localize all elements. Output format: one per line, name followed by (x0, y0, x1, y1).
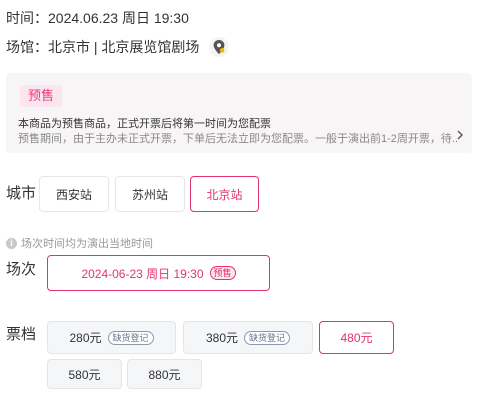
out-of-stock-badge: 缺货登记 (107, 330, 154, 345)
presale-tag: 预售 (20, 85, 63, 107)
tier-price: 380元 (205, 331, 238, 345)
tier-price: 580元 (68, 367, 101, 382)
tier-price: 880元 (148, 367, 181, 382)
session-option-text: 2024-06-23 周日 19:30 (81, 266, 204, 281)
presale-notice[interactable]: 预售 本商品为预售商品，正式开票后将第一时间为您配票 预售期间，由于主办未正式开… (6, 73, 472, 153)
venue-label: 场馆： (6, 39, 48, 55)
city-option-suzhou[interactable]: 苏州站 (115, 176, 185, 212)
venue-info: 场馆： 北京市 | 北京展览馆剧场 (6, 37, 230, 57)
notice-title: 本商品为预售商品，正式开票后将第一时间为您配票 (18, 118, 271, 130)
tier-option-580[interactable]: 580元 (47, 359, 122, 389)
time-value: 2024.06.23 周日 19:30 (48, 10, 189, 26)
city-option-beijing[interactable]: 北京站 (190, 176, 259, 212)
out-of-stock-badge: 缺货登记 (244, 330, 291, 345)
time-info: 时间：2024.06.23 周日 19:30 (6, 8, 189, 28)
session-hint: i 场次时间均为演出当地时间 (6, 235, 153, 251)
chevron-right-icon[interactable] (457, 129, 464, 143)
tier-option-380[interactable]: 380元 缺货登记 (183, 321, 313, 354)
tier-label: 票档 (6, 326, 37, 343)
session-option[interactable]: 2024-06-23 周日 19:30 预售 (47, 255, 270, 291)
time-label: 时间： (6, 10, 48, 26)
tier-option-480[interactable]: 480元 (319, 321, 394, 354)
city-option-xian[interactable]: 西安站 (39, 176, 109, 212)
tier-price: 480元 (340, 331, 373, 345)
tier-price: 280元 (69, 331, 102, 345)
tier-option-880[interactable]: 880元 (127, 359, 202, 389)
city-option-label: 苏州站 (131, 187, 168, 202)
city-option-label: 北京站 (206, 187, 243, 202)
tier-option-280[interactable]: 280元 缺货登记 (47, 321, 176, 354)
city-option-label: 西安站 (55, 187, 92, 202)
session-label: 场次 (6, 261, 37, 278)
venue-value: 北京市 | 北京展览馆剧场 (48, 39, 200, 55)
session-hint-text: 场次时间均为演出当地时间 (21, 238, 153, 250)
notice-description: 预售期间，由于主办未正式开票，下单后无法立即为您配票。一般于演出前1-2周开票，… (18, 133, 458, 145)
city-label: 城市 (6, 185, 37, 202)
info-icon: i (6, 237, 17, 249)
location-pin-icon[interactable] (209, 37, 230, 57)
presale-badge: 预售 (209, 266, 236, 280)
